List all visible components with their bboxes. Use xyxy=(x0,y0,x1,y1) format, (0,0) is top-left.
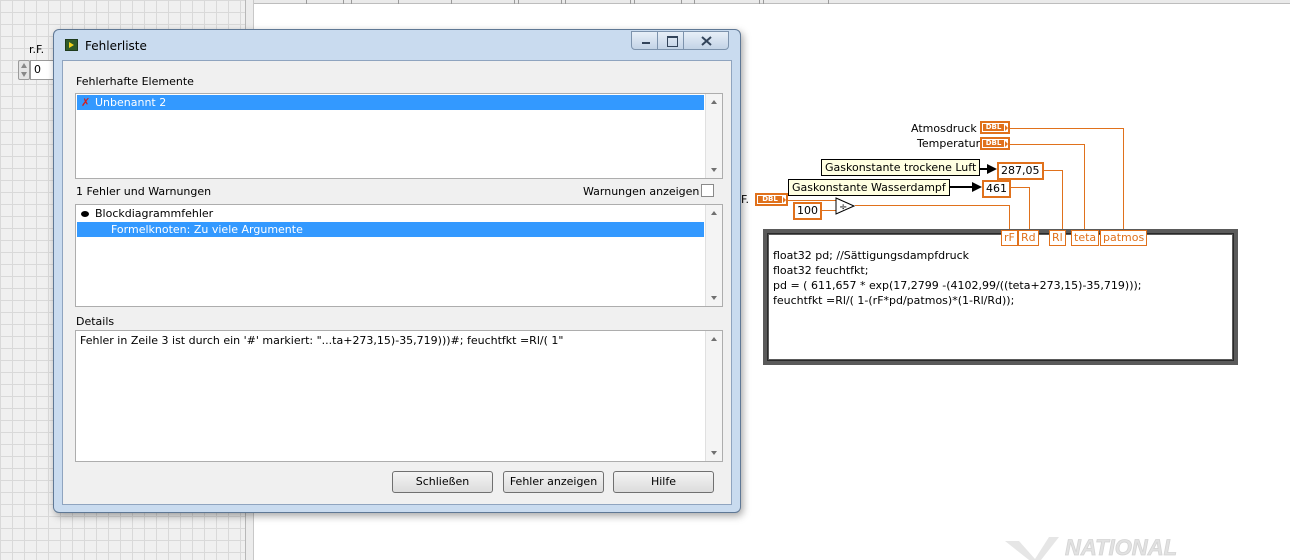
rf-terminal[interactable]: DBL xyxy=(755,193,788,206)
toolbar-control[interactable] xyxy=(565,0,631,4)
toolbar-control[interactable] xyxy=(763,0,829,4)
scroll-up-icon[interactable] xyxy=(711,337,717,341)
dbl-type-label: DBL xyxy=(983,124,1004,131)
details-text: Fehler in Zeile 3 ist durch ein '#' mark… xyxy=(80,334,564,347)
scroll-up-icon[interactable] xyxy=(711,211,717,215)
rf-stepper[interactable] xyxy=(18,60,30,80)
formula-line-1[interactable]: float32 pd; //Sättigungsdampfdruck xyxy=(773,249,969,262)
help-button[interactable]: Hilfe xyxy=(613,471,714,493)
temperatur-terminal[interactable]: DBL xyxy=(980,137,1010,150)
arrow-icon xyxy=(972,182,982,192)
scroll-up-icon[interactable] xyxy=(711,100,717,104)
formula-node[interactable]: float32 pd; //Sättigungsdampfdruck float… xyxy=(763,229,1238,365)
errors-scrollbar[interactable] xyxy=(705,205,722,306)
wire xyxy=(1009,205,1010,232)
errors-list[interactable]: Blockdiagrammfehler Formelknoten: Zu vie… xyxy=(75,204,723,307)
svg-text:÷: ÷ xyxy=(839,202,847,213)
items-scrollbar[interactable] xyxy=(705,94,722,178)
show-error-button[interactable]: Fehler anzeigen xyxy=(503,471,604,493)
toolbar-control[interactable] xyxy=(306,0,344,4)
formula-input-patmos[interactable]: patmos xyxy=(1100,230,1148,246)
formula-line-3[interactable]: pd = ( 611,657 * exp(17,2799 -(4102,99/(… xyxy=(773,279,1142,292)
formula-line-4[interactable]: feuchtfkt =Rl/( 1-(rF*pd/patmos)*(1-Rl/R… xyxy=(773,294,1014,307)
divide-icon[interactable]: ÷ xyxy=(835,197,855,215)
atmosdruck-label: Atmosdruck xyxy=(911,122,977,135)
minimize-button[interactable] xyxy=(631,31,658,50)
decrement-arrow-icon[interactable] xyxy=(21,72,27,77)
wire xyxy=(788,200,838,201)
dialog-titlebar[interactable]: Fehlerliste xyxy=(54,30,740,60)
wire xyxy=(1009,144,1085,145)
wire xyxy=(1084,144,1085,232)
errors-count-label: 1 Fehler und Warnungen xyxy=(76,185,212,198)
faulty-items-label: Fehlerhafte Elemente xyxy=(76,75,194,88)
rf-control-label: r.F. xyxy=(29,43,45,56)
dialog-title: Fehlerliste xyxy=(85,39,147,53)
bullet-icon xyxy=(81,211,89,217)
wire xyxy=(1123,128,1124,232)
wire xyxy=(1062,170,1063,232)
formula-input-rl[interactable]: Rl xyxy=(1049,230,1066,246)
details-textbox[interactable]: Fehler in Zeile 3 ist durch ein '#' mark… xyxy=(75,330,723,462)
list-item[interactable]: Blockdiagrammfehler xyxy=(77,206,704,221)
list-item-label: Blockdiagrammfehler xyxy=(95,207,214,220)
increment-arrow-icon[interactable] xyxy=(21,63,27,68)
dbl-type-label: DBL xyxy=(983,140,1004,147)
gas-dry-constant[interactable]: 287,05 xyxy=(997,162,1044,180)
scroll-down-icon[interactable] xyxy=(711,451,717,455)
error-list-dialog: Fehlerliste Fehlerhafte Elemente ✗ Unbena… xyxy=(53,29,741,513)
close-button[interactable] xyxy=(683,31,729,50)
gas-dry-air-label[interactable]: Gaskonstante trockene Luft xyxy=(821,159,981,176)
details-label: Details xyxy=(76,315,115,328)
list-item[interactable]: Formelknoten: Zu viele Argumente xyxy=(77,222,704,237)
formula-input-rf[interactable]: rF xyxy=(1001,230,1018,246)
formula-input-rd[interactable]: Rd xyxy=(1018,230,1039,246)
wire xyxy=(1009,128,1124,129)
maximize-button[interactable] xyxy=(657,31,684,50)
dbl-type-label: DBL xyxy=(758,196,782,203)
arrow-icon xyxy=(987,164,997,174)
error-x-icon: ✗ xyxy=(81,96,91,109)
close-dialog-button[interactable]: Schließen xyxy=(392,471,493,493)
gas-vapor-constant[interactable]: 461 xyxy=(982,180,1011,198)
dialog-client-area: Fehlerhafte Elemente ✗ Unbenannt 2 1 Fehl… xyxy=(62,60,732,505)
gas-vapor-label[interactable]: Gaskonstante Wasserdampf xyxy=(788,179,950,196)
list-item-label: Unbenannt 2 xyxy=(95,96,167,109)
formula-line-2[interactable]: float32 feuchtfkt; xyxy=(773,264,868,277)
ni-watermark-logo: NATIONAL xyxy=(1005,535,1177,560)
toolbar-control[interactable] xyxy=(351,0,399,4)
show-warnings-label: Warnungen anzeigen xyxy=(583,185,700,198)
scroll-down-icon[interactable] xyxy=(711,296,717,300)
wire xyxy=(855,205,1010,206)
ni-watermark-text: NATIONAL xyxy=(1065,535,1177,560)
toolbar-control[interactable] xyxy=(694,0,760,4)
labview-window: r.F. 0 Atmosdruck DBL Temperatur DBL F. … xyxy=(0,0,1290,560)
constant-100[interactable]: 100 xyxy=(793,202,822,220)
scroll-down-icon[interactable] xyxy=(711,168,717,172)
diagram-toolbar xyxy=(254,0,1290,4)
temperatur-label: Temperatur xyxy=(917,137,981,150)
toolbar-control[interactable] xyxy=(518,0,562,4)
formula-input-teta[interactable]: teta xyxy=(1071,230,1100,246)
toolbar-control[interactable] xyxy=(634,0,682,4)
close-icon xyxy=(701,36,712,46)
show-warnings-checkbox[interactable] xyxy=(701,184,714,197)
toolbar-control[interactable] xyxy=(451,0,515,4)
labview-icon xyxy=(65,39,78,51)
list-item[interactable]: ✗ Unbenannt 2 xyxy=(77,95,704,110)
faulty-items-list[interactable]: ✗ Unbenannt 2 xyxy=(75,93,723,179)
wire xyxy=(1029,187,1030,232)
rf-numeric-control[interactable]: 0 xyxy=(18,58,56,82)
rf-terminal-label: F. xyxy=(741,193,750,206)
details-scrollbar[interactable] xyxy=(705,331,722,461)
atmosdruck-terminal[interactable]: DBL xyxy=(980,121,1010,134)
list-item-label: Formelknoten: Zu viele Argumente xyxy=(111,223,303,236)
